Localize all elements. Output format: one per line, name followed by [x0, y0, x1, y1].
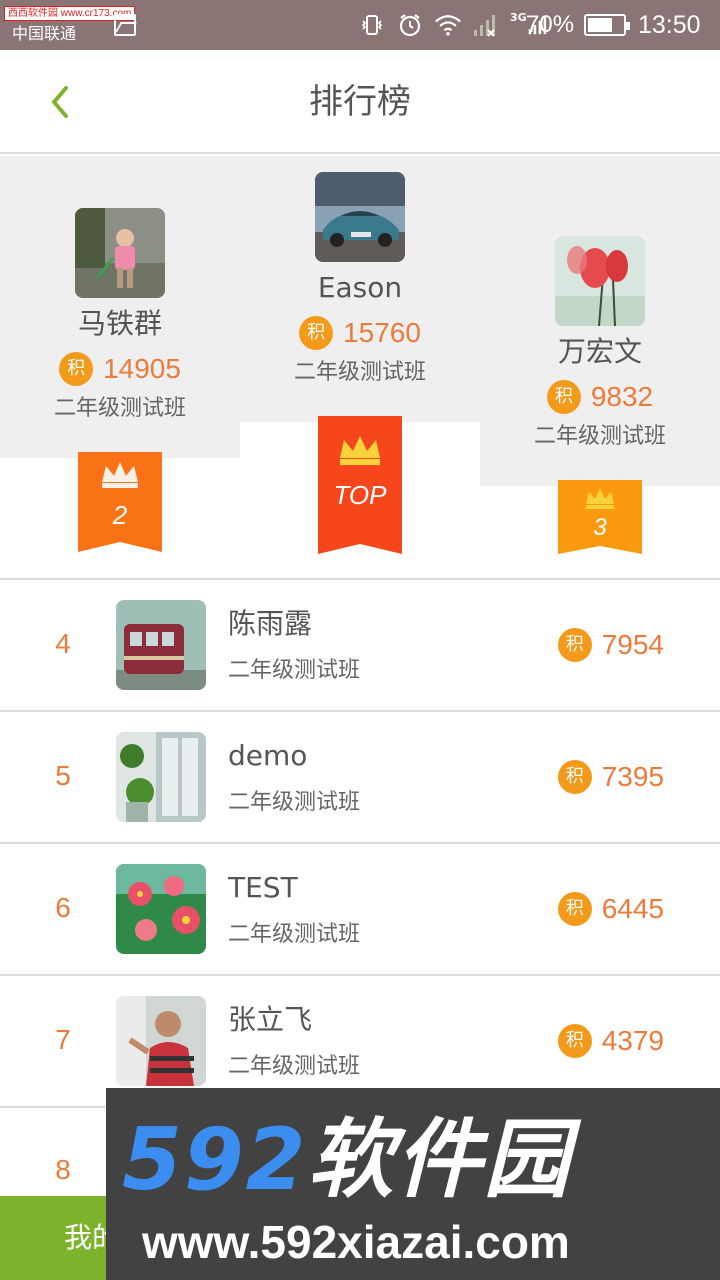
watermark-logo: 592软件园 [122, 1110, 572, 1210]
rank-ribbon-label: 2 [112, 500, 128, 530]
podium-score-value: 9832 [590, 381, 654, 412]
avatar [75, 208, 165, 298]
points-icon: 积 [557, 1024, 592, 1058]
rank-score-value: 7395 [601, 761, 664, 792]
podium-class: 二年级测试班 [533, 424, 666, 449]
rank-class: 二年级测试班 [228, 658, 361, 683]
rank-ribbon-first: TOP [318, 416, 402, 554]
gallery-icon [114, 14, 136, 36]
app-header: 排行榜 [0, 50, 720, 154]
rank-name: TEST [228, 871, 298, 904]
avatar [116, 732, 206, 822]
battery-icon [584, 14, 630, 36]
podium-score: 积 14905 [0, 352, 240, 386]
podium-score-value: 14905 [103, 353, 181, 384]
rank-name: 陈雨露 [228, 607, 313, 640]
rank-number: 4 [55, 628, 71, 659]
rank-name: demo [228, 739, 308, 772]
points-icon: 积 [557, 892, 592, 926]
rank-name: 张立飞 [228, 1003, 313, 1036]
rank-score: 积 7395 [557, 760, 664, 794]
podium-user-second[interactable]: 马铁群 积 14905 二年级测试班 [0, 208, 240, 424]
watermark-url: www.592xiazai.com [142, 1216, 570, 1268]
rank-score-value: 7954 [601, 629, 664, 660]
network-type: 3G [510, 10, 527, 24]
vibrate-icon [358, 11, 386, 39]
rank-score-value: 6445 [601, 893, 664, 924]
rank-ribbon-label: 3 [593, 514, 607, 541]
avatar [315, 172, 405, 262]
rank-ribbon-label: TOP [333, 480, 387, 510]
rank-score: 积 6445 [557, 892, 664, 926]
watermark-banner: 592软件园 www.592xiazai.com [106, 1088, 720, 1280]
podium-name: Eason [317, 271, 403, 304]
podium-user-third[interactable]: 万宏文 积 9832 二年级测试班 [480, 236, 720, 452]
status-icons: 3G [358, 10, 550, 40]
rank-score: 积 4379 [557, 1024, 664, 1058]
clock: 13:50 [638, 11, 701, 39]
points-icon: 积 [557, 760, 592, 794]
rank-ribbon-second: 2 [78, 452, 162, 552]
podium-name: 马铁群 [77, 307, 162, 340]
podium-user-first[interactable]: Eason 积 15760 二年级测试班 [240, 172, 480, 388]
rank-class: 二年级测试班 [228, 1054, 361, 1079]
avatar [116, 864, 206, 954]
podium: 马铁群 积 14905 二年级测试班 Eason 积 15760 二年级测试班 … [0, 156, 720, 578]
carrier-label: 中国联通 [12, 24, 77, 43]
podium-score: 积 15760 [240, 316, 480, 350]
rank-score: 积 7954 [557, 628, 664, 662]
watermark-chinese: 软件园 [307, 1110, 572, 1210]
podium-class: 二年级测试班 [293, 360, 426, 385]
rank-number: 5 [55, 760, 71, 791]
battery-percent: 70% [526, 11, 575, 38]
avatar [116, 996, 206, 1086]
avatar [116, 600, 206, 690]
rank-number: 8 [55, 1154, 71, 1185]
avatar [555, 236, 645, 326]
status-bar: 西西软件园 www.cr173.com 中国联通 3G 70% 13:50 [0, 0, 720, 50]
rank-ribbon-third: 3 [558, 480, 642, 554]
rank-number: 7 [55, 1024, 71, 1055]
podium-score: 积 9832 [480, 380, 720, 414]
watermark-numbers: 592 [122, 1110, 308, 1210]
page-title: 排行榜 [309, 82, 411, 122]
ranking-row[interactable]: 6 TEST 二年级测试班 积 6445 [0, 844, 720, 976]
points-icon: 积 [557, 628, 592, 662]
rank-class: 二年级测试班 [228, 922, 361, 947]
wifi-icon [434, 11, 462, 39]
rank-number: 6 [55, 892, 71, 923]
points-icon: 积 [299, 316, 334, 350]
rank-score-value: 4379 [601, 1025, 664, 1056]
signal-off-icon [472, 11, 500, 39]
ranking-row[interactable]: 5 demo 二年级测试班 积 7395 [0, 712, 720, 844]
podium-name: 万宏文 [557, 335, 642, 368]
points-icon: 积 [546, 380, 581, 414]
rank-class: 二年级测试班 [228, 790, 361, 815]
ranking-row[interactable]: 4 陈雨露 二年级测试班 积 7954 [0, 580, 720, 712]
points-icon: 积 [59, 352, 94, 386]
alarm-icon [396, 11, 424, 39]
podium-class: 二年级测试班 [53, 396, 186, 421]
podium-score-value: 15760 [343, 317, 421, 348]
